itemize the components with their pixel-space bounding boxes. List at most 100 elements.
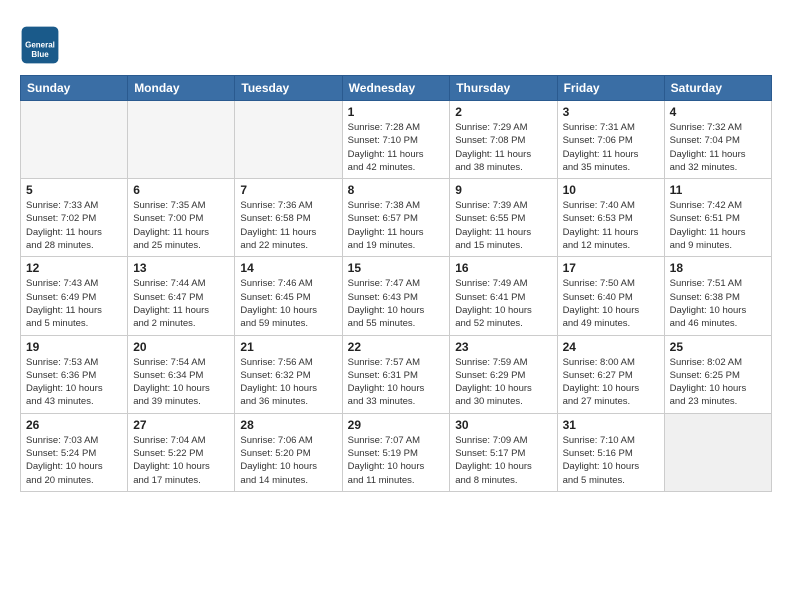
day-number: 7: [240, 183, 336, 197]
day-number: 19: [26, 340, 122, 354]
calendar-cell: 4 Sunrise: 7:32 AM Sunset: 7:04 PM Daylig…: [664, 101, 771, 179]
day-number: 15: [348, 261, 445, 275]
weekday-header-thursday: Thursday: [450, 76, 557, 101]
header: General Blue: [20, 20, 772, 65]
day-number: 8: [348, 183, 445, 197]
day-number: 31: [563, 418, 659, 432]
calendar-cell: 17 Sunrise: 7:50 AM Sunset: 6:40 PM Dayli…: [557, 257, 664, 335]
day-number: 23: [455, 340, 551, 354]
day-number: 25: [670, 340, 766, 354]
day-info: Sunrise: 7:46 AM Sunset: 6:45 PM Dayligh…: [240, 277, 336, 330]
weekday-header-friday: Friday: [557, 76, 664, 101]
calendar-cell: 31 Sunrise: 7:10 AM Sunset: 5:16 PM Dayli…: [557, 413, 664, 491]
calendar-cell: 26 Sunrise: 7:03 AM Sunset: 5:24 PM Dayli…: [21, 413, 128, 491]
day-info: Sunrise: 7:51 AM Sunset: 6:38 PM Dayligh…: [670, 277, 766, 330]
calendar-cell: 20 Sunrise: 7:54 AM Sunset: 6:34 PM Dayli…: [128, 335, 235, 413]
day-number: 9: [455, 183, 551, 197]
calendar-cell: 29Sunrise: 7:07 AM Sunset: 5:19 PM Dayli…: [342, 413, 450, 491]
day-info: Sunrise: 7:07 AM Sunset: 5:19 PM Dayligh…: [348, 434, 445, 487]
day-number: 14: [240, 261, 336, 275]
day-info: Sunrise: 7:40 AM Sunset: 6:53 PM Dayligh…: [563, 199, 659, 252]
day-info: Sunrise: 8:00 AM Sunset: 6:27 PM Dayligh…: [563, 356, 659, 409]
day-info: Sunrise: 7:06 AM Sunset: 5:20 PM Dayligh…: [240, 434, 336, 487]
weekday-header-monday: Monday: [128, 76, 235, 101]
day-info: Sunrise: 7:54 AM Sunset: 6:34 PM Dayligh…: [133, 356, 229, 409]
day-number: 10: [563, 183, 659, 197]
day-info: Sunrise: 7:57 AM Sunset: 6:31 PM Dayligh…: [348, 356, 445, 409]
calendar-cell: [235, 101, 342, 179]
day-info: Sunrise: 7:33 AM Sunset: 7:02 PM Dayligh…: [26, 199, 122, 252]
calendar-cell: [128, 101, 235, 179]
day-number: 1: [348, 105, 445, 119]
weekday-header-sunday: Sunday: [21, 76, 128, 101]
svg-text:General: General: [25, 40, 55, 49]
calendar-page: General Blue SundayMondayTuesdayWednesda…: [0, 0, 792, 502]
day-info: Sunrise: 7:32 AM Sunset: 7:04 PM Dayligh…: [670, 121, 766, 174]
day-info: Sunrise: 7:04 AM Sunset: 5:22 PM Dayligh…: [133, 434, 229, 487]
day-number: 13: [133, 261, 229, 275]
calendar-cell: 6 Sunrise: 7:35 AM Sunset: 7:00 PM Daylig…: [128, 179, 235, 257]
day-number: 21: [240, 340, 336, 354]
day-info: Sunrise: 7:29 AM Sunset: 7:08 PM Dayligh…: [455, 121, 551, 174]
day-info: Sunrise: 8:02 AM Sunset: 6:25 PM Dayligh…: [670, 356, 766, 409]
day-info: Sunrise: 7:43 AM Sunset: 6:49 PM Dayligh…: [26, 277, 122, 330]
calendar-cell: 15Sunrise: 7:47 AM Sunset: 6:43 PM Dayli…: [342, 257, 450, 335]
weekday-header-row: SundayMondayTuesdayWednesdayThursdayFrid…: [21, 76, 772, 101]
calendar-cell: 25 Sunrise: 8:02 AM Sunset: 6:25 PM Dayli…: [664, 335, 771, 413]
weekday-header-wednesday: Wednesday: [342, 76, 450, 101]
day-number: 24: [563, 340, 659, 354]
day-info: Sunrise: 7:28 AM Sunset: 7:10 PM Dayligh…: [348, 121, 445, 174]
day-number: 16: [455, 261, 551, 275]
calendar-cell: 18Sunrise: 7:51 AM Sunset: 6:38 PM Dayli…: [664, 257, 771, 335]
day-number: 26: [26, 418, 122, 432]
calendar-cell: 14 Sunrise: 7:46 AM Sunset: 6:45 PM Dayli…: [235, 257, 342, 335]
calendar-cell: 24 Sunrise: 8:00 AM Sunset: 6:27 PM Dayli…: [557, 335, 664, 413]
day-number: 2: [455, 105, 551, 119]
calendar-cell: 7Sunrise: 7:36 AM Sunset: 6:58 PM Daylig…: [235, 179, 342, 257]
calendar-cell: 13Sunrise: 7:44 AM Sunset: 6:47 PM Dayli…: [128, 257, 235, 335]
day-number: 4: [670, 105, 766, 119]
week-row-2: 5 Sunrise: 7:33 AM Sunset: 7:02 PM Daylig…: [21, 179, 772, 257]
calendar-cell: [21, 101, 128, 179]
logo: General Blue: [20, 25, 64, 65]
logo-icon: General Blue: [20, 25, 60, 65]
calendar-cell: 19 Sunrise: 7:53 AM Sunset: 6:36 PM Dayli…: [21, 335, 128, 413]
calendar-cell: 12Sunrise: 7:43 AM Sunset: 6:49 PM Dayli…: [21, 257, 128, 335]
calendar-cell: 27Sunrise: 7:04 AM Sunset: 5:22 PM Dayli…: [128, 413, 235, 491]
calendar-cell: 1 Sunrise: 7:28 AM Sunset: 7:10 PM Daylig…: [342, 101, 450, 179]
week-row-3: 12Sunrise: 7:43 AM Sunset: 6:49 PM Dayli…: [21, 257, 772, 335]
day-info: Sunrise: 7:10 AM Sunset: 5:16 PM Dayligh…: [563, 434, 659, 487]
day-info: Sunrise: 7:53 AM Sunset: 6:36 PM Dayligh…: [26, 356, 122, 409]
calendar-cell: 9 Sunrise: 7:39 AM Sunset: 6:55 PM Daylig…: [450, 179, 557, 257]
calendar-cell: 11 Sunrise: 7:42 AM Sunset: 6:51 PM Dayli…: [664, 179, 771, 257]
calendar-cell: [664, 413, 771, 491]
day-info: Sunrise: 7:35 AM Sunset: 7:00 PM Dayligh…: [133, 199, 229, 252]
day-info: Sunrise: 7:31 AM Sunset: 7:06 PM Dayligh…: [563, 121, 659, 174]
day-info: Sunrise: 7:42 AM Sunset: 6:51 PM Dayligh…: [670, 199, 766, 252]
day-number: 11: [670, 183, 766, 197]
calendar-cell: 23Sunrise: 7:59 AM Sunset: 6:29 PM Dayli…: [450, 335, 557, 413]
day-number: 3: [563, 105, 659, 119]
day-number: 20: [133, 340, 229, 354]
calendar-table: SundayMondayTuesdayWednesdayThursdayFrid…: [20, 75, 772, 492]
day-number: 6: [133, 183, 229, 197]
day-info: Sunrise: 7:56 AM Sunset: 6:32 PM Dayligh…: [240, 356, 336, 409]
day-number: 17: [563, 261, 659, 275]
calendar-cell: 5 Sunrise: 7:33 AM Sunset: 7:02 PM Daylig…: [21, 179, 128, 257]
day-info: Sunrise: 7:03 AM Sunset: 5:24 PM Dayligh…: [26, 434, 122, 487]
weekday-header-tuesday: Tuesday: [235, 76, 342, 101]
day-info: Sunrise: 7:38 AM Sunset: 6:57 PM Dayligh…: [348, 199, 445, 252]
calendar-cell: 10 Sunrise: 7:40 AM Sunset: 6:53 PM Dayli…: [557, 179, 664, 257]
calendar-cell: 30Sunrise: 7:09 AM Sunset: 5:17 PM Dayli…: [450, 413, 557, 491]
day-number: 28: [240, 418, 336, 432]
day-number: 5: [26, 183, 122, 197]
week-row-5: 26 Sunrise: 7:03 AM Sunset: 5:24 PM Dayli…: [21, 413, 772, 491]
day-info: Sunrise: 7:49 AM Sunset: 6:41 PM Dayligh…: [455, 277, 551, 330]
day-info: Sunrise: 7:50 AM Sunset: 6:40 PM Dayligh…: [563, 277, 659, 330]
day-info: Sunrise: 7:09 AM Sunset: 5:17 PM Dayligh…: [455, 434, 551, 487]
calendar-cell: 16 Sunrise: 7:49 AM Sunset: 6:41 PM Dayli…: [450, 257, 557, 335]
day-number: 22: [348, 340, 445, 354]
day-info: Sunrise: 7:39 AM Sunset: 6:55 PM Dayligh…: [455, 199, 551, 252]
week-row-1: 1 Sunrise: 7:28 AM Sunset: 7:10 PM Daylig…: [21, 101, 772, 179]
calendar-cell: 22 Sunrise: 7:57 AM Sunset: 6:31 PM Dayli…: [342, 335, 450, 413]
